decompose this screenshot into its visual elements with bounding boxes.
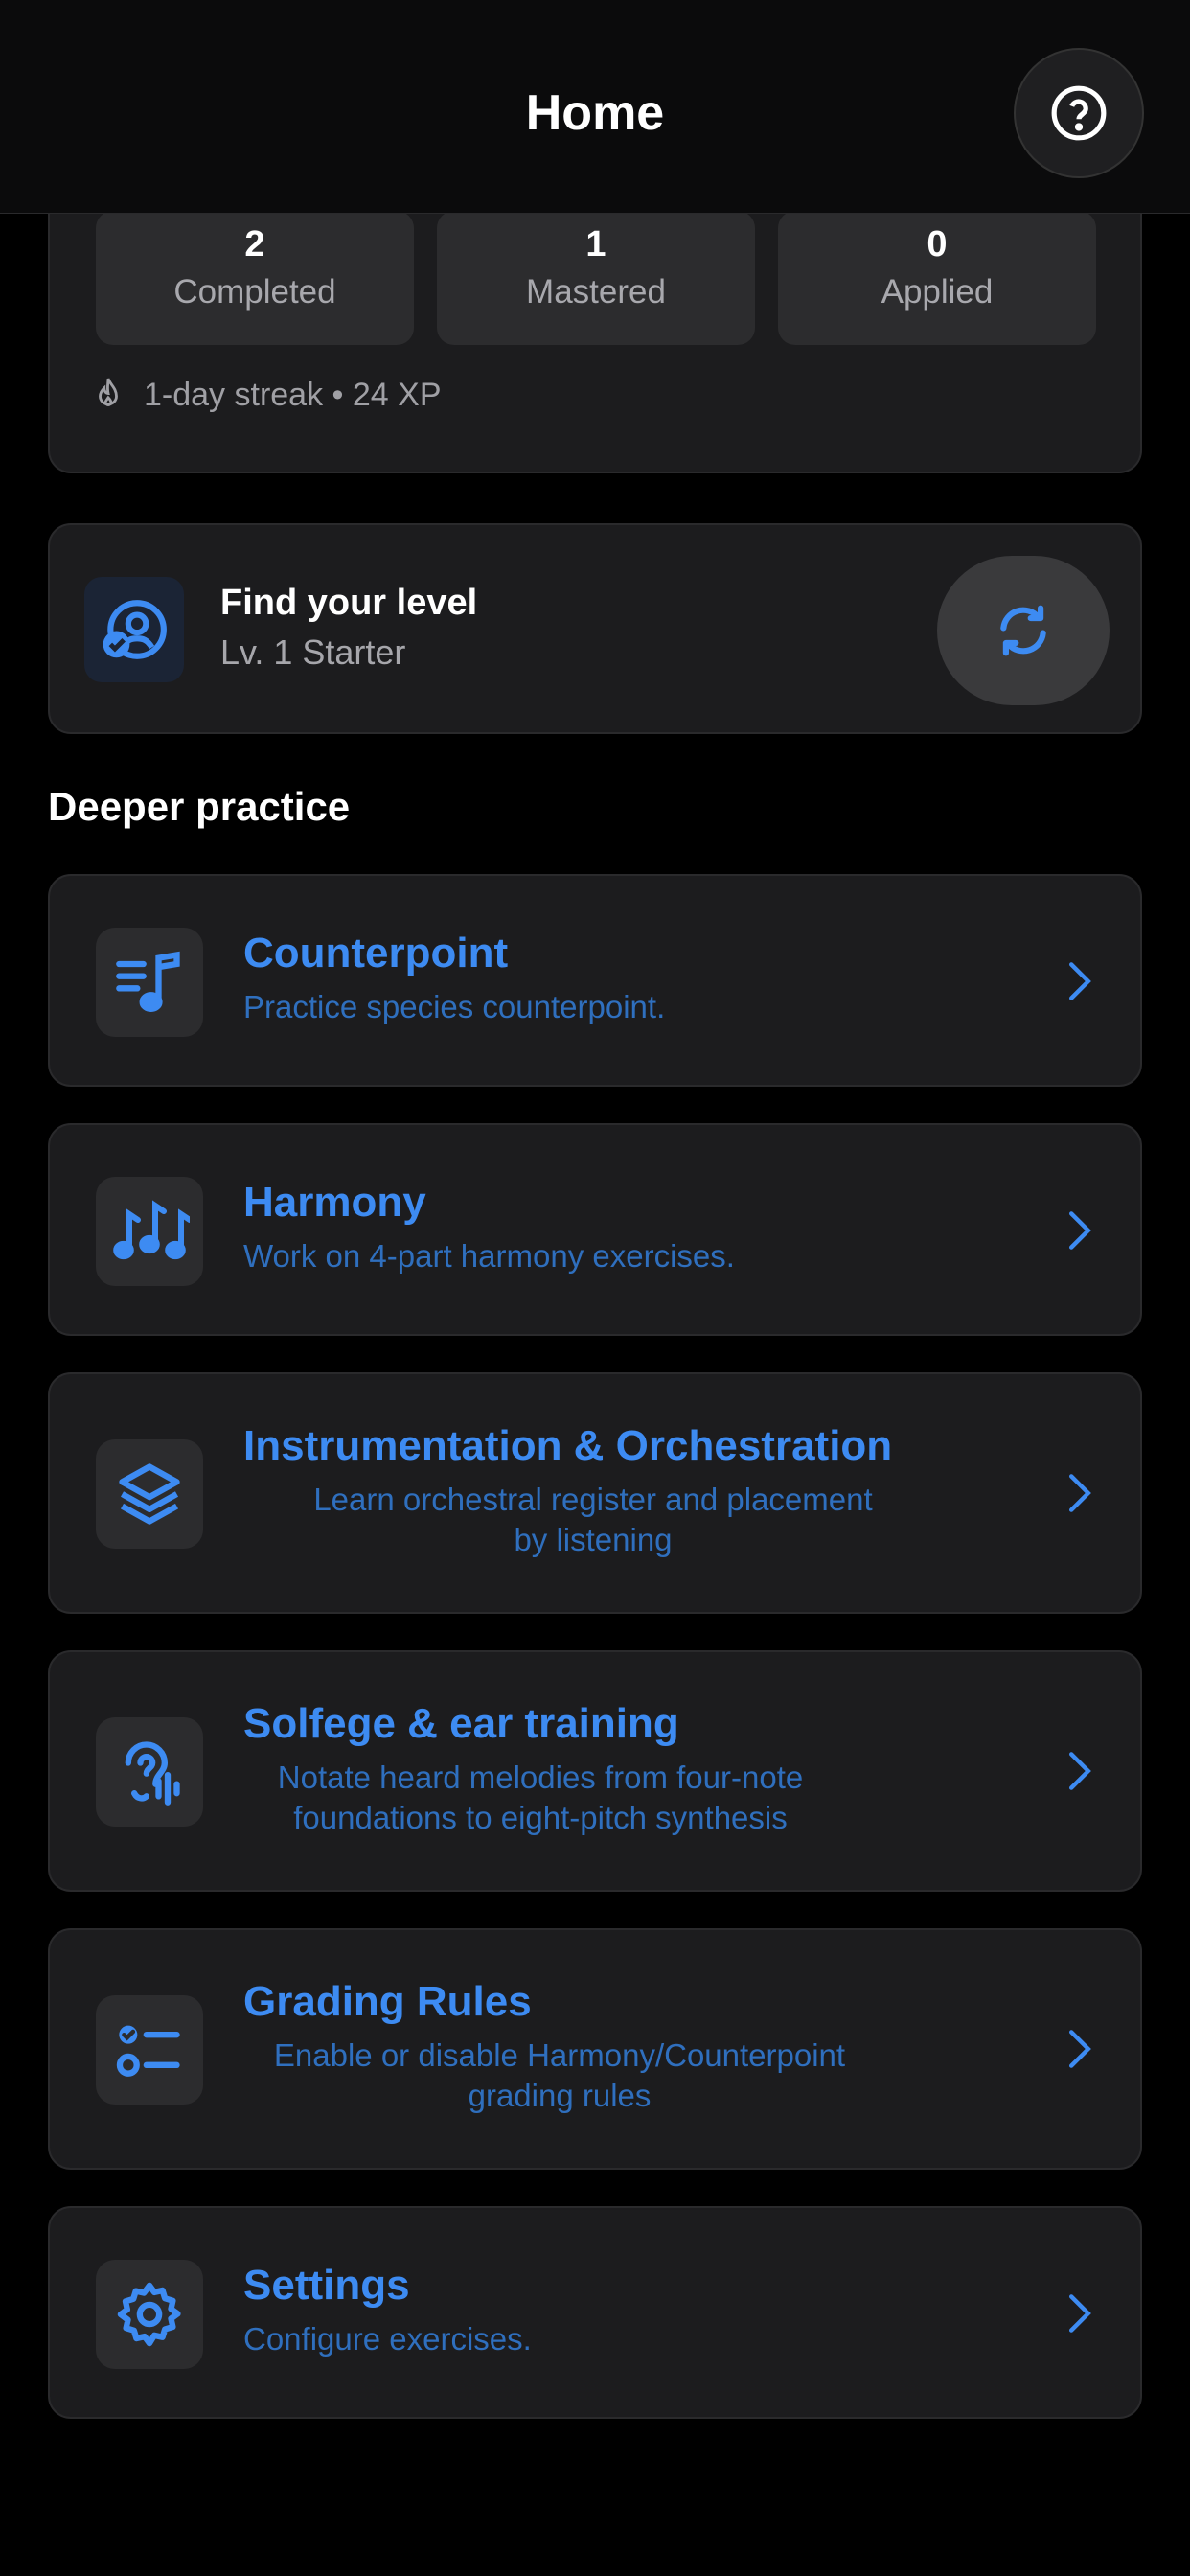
item-icon-box — [96, 1177, 203, 1286]
user-check-icon — [103, 600, 167, 659]
stat-mastered: 1 Mastered — [437, 211, 755, 345]
item-description-line: Enable or disable Harmony/Counterpoint — [273, 2037, 846, 2073]
stat-value: 0 — [927, 224, 948, 264]
item-icon-box — [96, 1439, 203, 1549]
stat-applied: 0 Applied — [778, 211, 1096, 345]
chevron-right-icon — [1069, 1474, 1091, 1512]
gear-icon — [117, 2282, 181, 2347]
section-heading: Deeper practice — [48, 784, 351, 829]
item-title: Settings — [243, 2262, 410, 2309]
item-description: Notate heard melodies from four-note fou… — [243, 1758, 837, 1838]
item-description-line: Notate heard melodies from four-note — [277, 1760, 804, 1795]
page-title: Home — [525, 85, 665, 141]
notes-icon — [113, 1200, 190, 1260]
help-button[interactable] — [1014, 48, 1144, 178]
item-description-line: foundations to eight-pitch synthesis — [293, 1800, 788, 1835]
stat-label: Completed — [173, 273, 336, 310]
item-icon-box — [96, 1717, 203, 1827]
streak-text: 1-day streak • 24 XP — [144, 376, 442, 413]
refresh-icon — [1000, 605, 1046, 656]
streak-info: 1-day streak • 24 XP — [92, 376, 442, 414]
menu-item-orchestration[interactable]: Instrumentation & Orchestration Learn or… — [48, 1372, 1142, 1614]
chevron-right-icon — [1069, 962, 1091, 1000]
item-icon-box — [96, 2260, 203, 2369]
find-level-card[interactable]: Find your level Lv. 1 Starter — [48, 523, 1142, 734]
item-title: Harmony — [243, 1179, 426, 1226]
level-icon-box — [84, 577, 184, 682]
item-title: Solfege & ear training — [243, 1700, 679, 1747]
item-icon-box — [96, 928, 203, 1037]
checklist-icon — [116, 2025, 180, 2077]
item-title: Grading Rules — [243, 1978, 532, 2025]
menu-item-harmony[interactable]: Harmony Work on 4-part harmony exercises… — [48, 1123, 1142, 1336]
ear-icon — [125, 1741, 180, 1806]
layers-icon — [119, 1463, 180, 1525]
stat-label: Applied — [881, 273, 994, 310]
question-circle-icon — [1051, 85, 1107, 141]
item-title: Counterpoint — [243, 930, 509, 977]
chevron-right-icon — [1069, 2030, 1091, 2068]
stat-value: 1 — [585, 224, 606, 264]
stat-completed: 2 Completed — [96, 211, 414, 345]
item-description: Work on 4-part harmony exercises. — [243, 1238, 735, 1274]
item-description: Learn orchestral register and placement … — [243, 1480, 943, 1560]
item-description: Configure exercises. — [243, 2321, 532, 2357]
item-description-line: by listening — [514, 1522, 673, 1557]
item-description: Enable or disable Harmony/Counterpoint g… — [243, 2036, 876, 2116]
stat-value: 2 — [244, 224, 265, 264]
music-list-icon — [116, 951, 180, 1013]
top-bar: Home — [0, 0, 1190, 214]
chevron-right-icon — [1069, 1211, 1091, 1250]
stat-label: Mastered — [526, 273, 666, 310]
item-icon-box — [96, 1995, 203, 2104]
item-description: Practice species counterpoint. — [243, 989, 666, 1024]
item-description-line: grading rules — [468, 2078, 652, 2113]
item-title: Instrumentation & Orchestration — [243, 1422, 893, 1469]
flame-icon — [99, 378, 118, 406]
level-title: Find your level — [220, 583, 478, 623]
menu-item-grading-rules[interactable]: Grading Rules Enable or disable Harmony/… — [48, 1928, 1142, 2170]
item-description-line: Learn orchestral register and placement — [313, 1482, 873, 1517]
menu-item-counterpoint[interactable]: Counterpoint Practice species counterpoi… — [48, 874, 1142, 1087]
menu-item-settings[interactable]: Settings Configure exercises. — [48, 2206, 1142, 2419]
retake-level-button[interactable] — [937, 556, 1110, 705]
level-subtitle: Lv. 1 Starter — [220, 632, 406, 672]
chevron-right-icon — [1069, 2294, 1091, 2333]
menu-item-solfege[interactable]: Solfege & ear training Notate heard melo… — [48, 1650, 1142, 1892]
chevron-right-icon — [1069, 1752, 1091, 1790]
